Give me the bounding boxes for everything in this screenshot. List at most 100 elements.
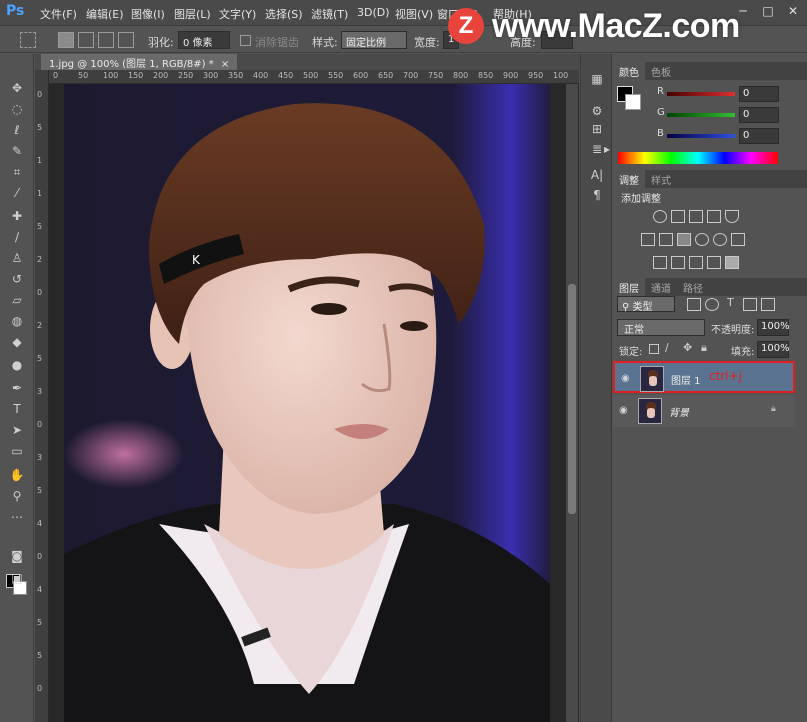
crop-tool-icon[interactable]: ⌗ [8,164,26,180]
eraser-icon[interactable]: ▱ [8,292,26,308]
fill-input[interactable]: 100% [757,341,790,358]
gradient-map-icon[interactable] [725,256,739,269]
close-tab-icon[interactable]: × [221,59,229,70]
green-track[interactable] [667,113,735,117]
tab-swatches[interactable]: 色板 [645,62,677,80]
hand-tool-icon[interactable]: ✋ [8,467,26,483]
canvas-photo[interactable]: K [64,84,550,722]
selective-color-icon[interactable] [707,256,721,269]
color-lookup-icon[interactable] [731,233,745,246]
green-value-input[interactable]: 0 [739,107,779,123]
eye-icon[interactable]: ◉ [619,405,631,416]
channel-mixer-icon[interactable] [713,233,727,246]
eyedropper-icon[interactable]: ⁄ [8,185,26,201]
brush-tool-icon[interactable]: ∕ [8,229,26,245]
horizontal-ruler[interactable]: 0 50 100 150 200 250 300 350 400 450 500 550 600 650 7… [49,70,579,84]
photo-filter-icon[interactable] [695,233,709,246]
document-tab[interactable]: 1.jpg @ 100% (图层 1, RGB/8#) * × [41,54,238,70]
healing-brush-icon[interactable]: ✚ [8,208,26,224]
lock-pixels-icon[interactable]: ∕ [665,341,669,354]
filter-pixel-icon[interactable] [687,298,701,311]
quick-mask-icon[interactable]: ◙ [8,548,26,564]
properties-panel-icon[interactable]: ⊞ [589,122,605,138]
tab-paths[interactable]: 路径 [677,278,709,296]
curves-icon[interactable] [689,210,703,223]
marquee-tool-icon[interactable] [20,32,36,48]
blur-tool-icon[interactable]: ◆ [8,334,26,350]
layer-row-layer1[interactable]: ◉ 图层 1 ctrl+j [613,361,795,393]
antialias-checkbox[interactable] [240,35,251,46]
vertical-ruler[interactable]: 0 5 1 1 5 2 0 2 5 3 0 3 5 4 0 4 5 5 0 [35,70,49,722]
new-selection-icon[interactable] [58,32,74,48]
tab-layers[interactable]: 图层 [613,278,645,296]
marquee-tool-icon[interactable]: ◌ [8,101,26,117]
history-brush-icon[interactable]: ↺ [8,271,26,287]
blue-value-input[interactable]: 0 [739,128,779,144]
menu-view[interactable]: 视图(V) [395,6,433,22]
zoom-tool-icon[interactable]: ⚲ [8,488,26,504]
restore-button[interactable]: □ [757,2,779,20]
canvas-scrollbar[interactable] [566,84,578,722]
red-track[interactable] [667,92,735,96]
black-white-icon[interactable] [677,233,691,246]
threshold-icon[interactable] [689,256,703,269]
type-tool-icon[interactable]: T [8,401,26,417]
lock-position-icon[interactable]: ✥ [683,341,692,354]
menu-type[interactable]: 文字(Y) [219,6,256,22]
filter-adjustment-icon[interactable] [705,298,719,311]
blend-mode-select[interactable]: 正常 [617,319,705,336]
paragraph-panel-icon[interactable]: ¶ [589,188,605,204]
opacity-input[interactable]: 100% [757,319,790,336]
move-tool-icon[interactable]: ✥ [8,80,26,96]
rectangle-tool-icon[interactable]: ▭ [8,443,26,459]
menu-filter[interactable]: 滤镜(T) [311,6,348,22]
quick-selection-icon[interactable]: ✎ [8,143,26,159]
lock-transparent-icon[interactable] [649,344,659,354]
lasso-tool-icon[interactable]: ℓ [8,122,26,138]
clone-stamp-icon[interactable]: ♙ [8,250,26,266]
filter-smart-object-icon[interactable] [761,298,775,311]
subtract-selection-icon[interactable] [98,32,114,48]
menu-file[interactable]: 文件(F) [40,6,77,22]
color-background-swatch[interactable] [625,94,641,110]
menu-3d[interactable]: 3D(D) [357,6,390,19]
dodge-tool-icon[interactable]: ● [8,357,26,373]
red-value-input[interactable]: 0 [739,86,779,102]
filter-type-icon[interactable]: T [727,296,734,309]
close-window-button[interactable]: ✕ [782,2,804,20]
menu-layer[interactable]: 图层(L) [174,6,211,22]
pen-tool-icon[interactable]: ✒ [8,380,26,396]
tab-channels[interactable]: 通道 [645,278,677,296]
color-balance-icon[interactable] [659,233,673,246]
color-spectrum[interactable] [618,152,778,164]
add-selection-icon[interactable] [78,32,94,48]
levels-icon[interactable] [671,210,685,223]
path-selection-icon[interactable]: ➤ [8,422,26,438]
actions-panel-icon[interactable]: ⚙ [589,104,605,120]
eye-icon[interactable]: ◉ [621,373,633,384]
layer-filter-select[interactable]: ⚲ 类型 [617,296,675,313]
tab-styles[interactable]: 样式 [645,170,677,188]
lock-all-icon[interactable]: 🔒︎ [701,341,707,355]
layer-row-background[interactable]: ◉ 背景 🔒︎ [613,395,795,427]
feather-input[interactable]: 0 像素 [178,31,230,49]
character-panel-icon[interactable]: A| [589,168,605,184]
vibrance-icon[interactable] [725,210,739,223]
brightness-icon[interactable] [653,210,667,223]
menu-edit[interactable]: 编辑(E) [86,6,124,22]
filter-shape-icon[interactable] [743,298,757,311]
menu-image[interactable]: 图像(I) [131,6,165,22]
intersect-selection-icon[interactable] [118,32,134,48]
tab-adjustments[interactable]: 调整 [613,170,645,188]
posterize-icon[interactable] [671,256,685,269]
more-tools-icon[interactable]: … [8,506,26,522]
screen-mode-icon[interactable]: ▣ [8,570,26,586]
paint-bucket-icon[interactable]: ◍ [8,313,26,329]
invert-icon[interactable] [653,256,667,269]
menu-select[interactable]: 选择(S) [265,6,303,22]
exposure-icon[interactable] [707,210,721,223]
style-select[interactable]: 固定比例 [341,31,407,49]
hue-saturation-icon[interactable] [641,233,655,246]
history-panel-icon[interactable]: ▦ [589,72,605,88]
tab-color[interactable]: 颜色 [613,62,645,80]
